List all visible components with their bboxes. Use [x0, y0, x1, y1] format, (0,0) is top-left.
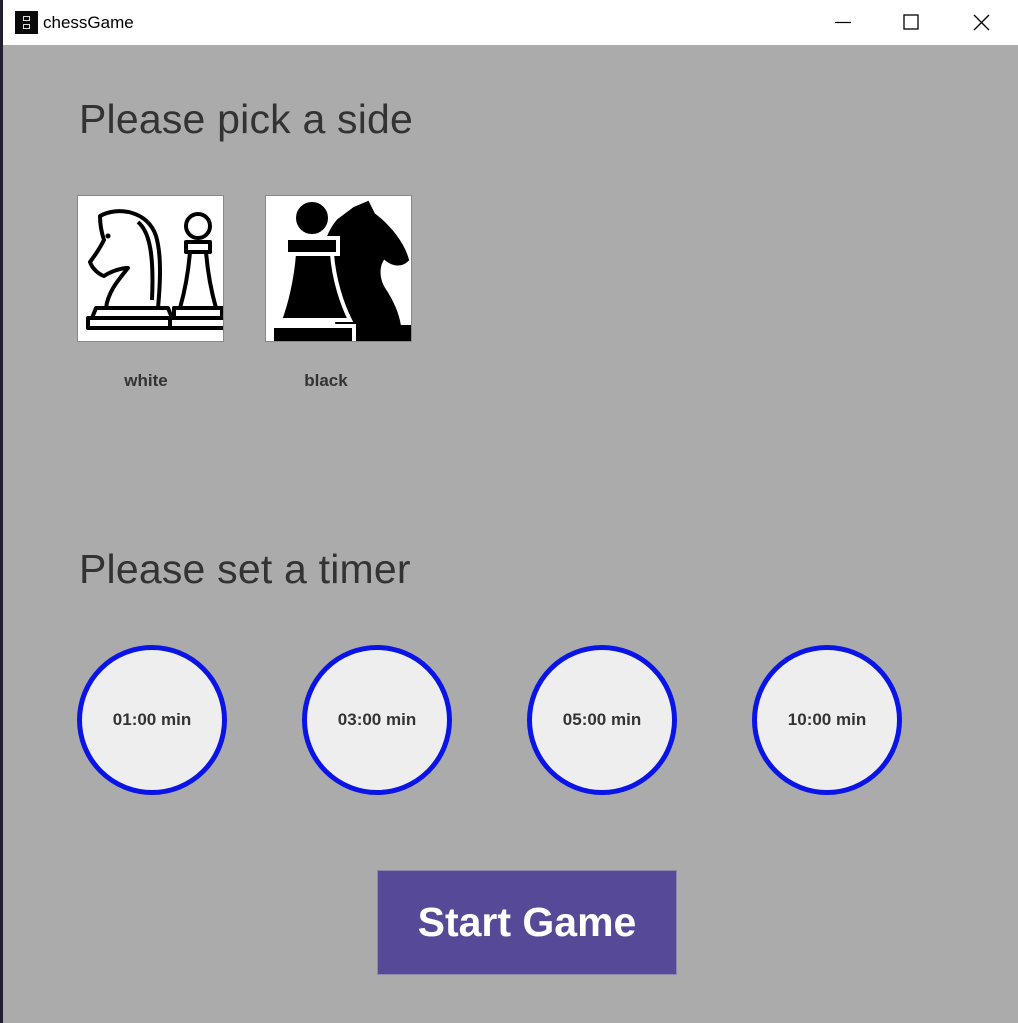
timer-10-min-button[interactable]: 10:00 min [752, 645, 902, 795]
black-side-label: black [304, 371, 348, 390]
set-timer-heading: Please set a timer [79, 546, 411, 592]
minimize-button[interactable] [808, 0, 876, 45]
close-icon [973, 14, 990, 31]
timer-1-min-button[interactable]: 01:00 min [77, 645, 227, 795]
window-title: chessGame [43, 13, 134, 32]
pick-side-heading: Please pick a side [79, 96, 414, 142]
timer-3-min-button[interactable]: 03:00 min [302, 645, 452, 795]
main-content: Please pick a side white black Please se… [3, 45, 1018, 1023]
chess-app-icon [15, 11, 38, 34]
app-window: chessGame Please pick a side white black… [0, 0, 1018, 1023]
maximize-button[interactable] [876, 0, 944, 45]
minimize-icon [835, 21, 851, 24]
white-knight-pawn-icon [86, 209, 223, 330]
black-knight-pawn-icon [270, 198, 411, 341]
close-button[interactable] [946, 0, 1014, 45]
timer-5-min-button[interactable]: 05:00 min [527, 645, 677, 795]
timer-label: 01:00 min [112, 710, 192, 729]
black-side-option[interactable] [265, 195, 412, 342]
timer-label: 10:00 min [787, 710, 867, 729]
white-side-label: white [124, 371, 168, 390]
white-side-option[interactable] [77, 195, 224, 342]
maximize-icon [903, 14, 919, 30]
title-bar[interactable]: chessGame [3, 0, 1018, 45]
start-game-button[interactable]: Start Game [377, 870, 677, 975]
timer-label: 03:00 min [337, 710, 417, 729]
timer-label: 05:00 min [562, 710, 642, 729]
start-game-label: Start Game [417, 899, 637, 945]
